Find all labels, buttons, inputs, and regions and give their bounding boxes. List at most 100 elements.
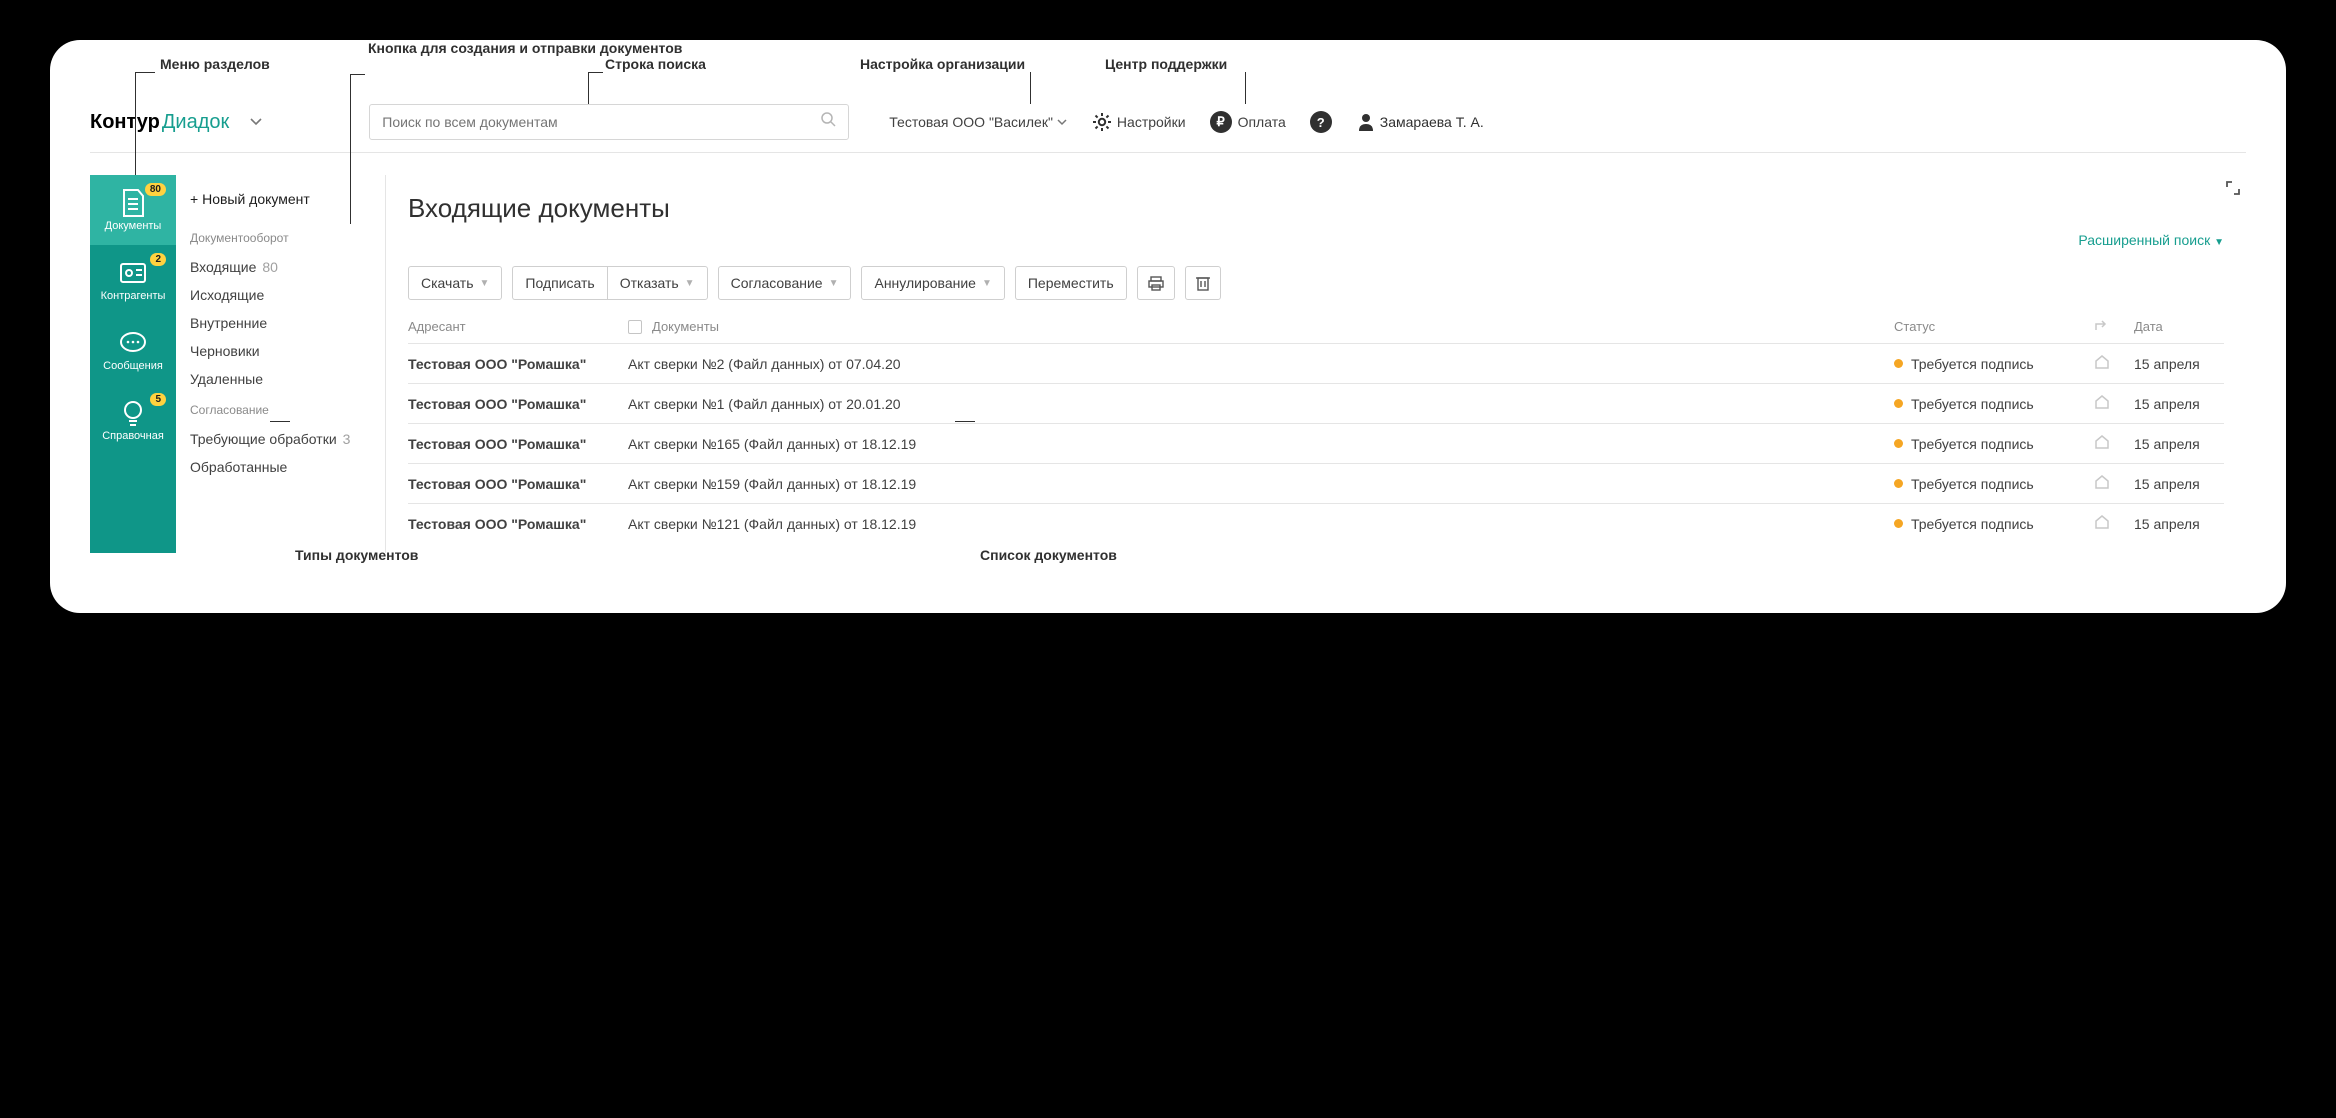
cell-document: Акт сверки №1 (Файл данных) от 20.01.20: [628, 384, 1894, 424]
sidebar-item-drafts[interactable]: Черновики: [176, 337, 385, 365]
ruble-icon: ₽: [1210, 111, 1232, 133]
document-icon: [116, 188, 150, 218]
nav-documents[interactable]: 80 Документы: [90, 175, 176, 245]
annotation-help: Центр поддержки: [1105, 56, 1227, 72]
advanced-search-link[interactable]: Расширенный поиск ▼: [2078, 232, 2224, 248]
nav-badge: 2: [150, 253, 166, 266]
table-row[interactable]: Тестовая ООО "Ромашка"Акт сверки №1 (Фай…: [408, 384, 2224, 424]
button-label: Подписать: [525, 275, 594, 291]
sidebar-item-outbox[interactable]: Исходящие: [176, 281, 385, 309]
cell-date: 15 апреля: [2134, 464, 2224, 504]
status-dot-icon: [1894, 479, 1903, 488]
app-logo[interactable]: КонтурДиадок: [90, 111, 229, 134]
org-name: Тестовая ООО "Василек": [889, 114, 1053, 130]
sidebar-item-internal[interactable]: Внутренние: [176, 309, 385, 337]
sidebar-item-label: Требующие обработки: [190, 431, 337, 447]
caret-down-icon: ▼: [829, 278, 839, 289]
settings-link[interactable]: Настройки: [1093, 113, 1186, 131]
col-status[interactable]: Статус: [1894, 310, 2094, 344]
status-dot-icon: [1894, 519, 1903, 528]
nav-label: Контрагенты: [101, 290, 166, 302]
table-row[interactable]: Тестовая ООО "Ромашка"Акт сверки №165 (Ф…: [408, 424, 2224, 464]
col-docs[interactable]: Документы: [628, 310, 1894, 344]
select-all-checkbox[interactable]: [628, 320, 642, 334]
nav-badge: 5: [150, 393, 166, 406]
sidebar-item-label: Черновики: [190, 343, 260, 359]
sidebar-item-label: Удаленные: [190, 371, 263, 387]
annotation-search: Строка поиска: [605, 56, 706, 72]
status-dot-icon: [1894, 359, 1903, 368]
gear-icon: [1093, 113, 1111, 131]
sidebar-item-label: Обработанные: [190, 459, 287, 475]
home-icon: [2094, 515, 2110, 529]
expand-icon[interactable]: [2226, 181, 2240, 200]
cell-document: Акт сверки №159 (Файл данных) от 18.12.1…: [628, 464, 1894, 504]
annotation-create: Кнопка для создания и отправки документо…: [368, 40, 682, 56]
approve-button[interactable]: Согласование ▼: [718, 266, 852, 300]
sidebar-item-deleted[interactable]: Удаленные: [176, 365, 385, 393]
sidebar-item-processed[interactable]: Обработанные: [176, 453, 385, 481]
org-selector[interactable]: Тестовая ООО "Василек": [889, 114, 1067, 130]
pay-label: Оплата: [1238, 114, 1286, 130]
button-label: Скачать: [421, 275, 474, 291]
sidebar-group-docflow: Документооборот: [176, 221, 385, 253]
sidebar-item-inbox[interactable]: Входящие80: [176, 253, 385, 281]
user-menu[interactable]: Замараева Т. А.: [1358, 113, 1484, 131]
delete-button[interactable]: [1185, 266, 1221, 300]
move-button[interactable]: Переместить: [1015, 266, 1127, 300]
sign-button[interactable]: Подписать: [512, 266, 606, 300]
sidebar-item-label: Входящие: [190, 259, 256, 275]
cell-date: 15 апреля: [2134, 424, 2224, 464]
search-input-wrap[interactable]: [369, 104, 849, 140]
search-input[interactable]: [382, 114, 821, 130]
void-button[interactable]: Аннулирование▼: [861, 266, 1004, 300]
cell-document: Акт сверки №2 (Файл данных) от 07.04.20: [628, 344, 1894, 384]
cell-document: Акт сверки №121 (Файл данных) от 18.12.1…: [628, 504, 1894, 544]
sidebar-item-pending[interactable]: Требующие обработки3: [176, 425, 385, 453]
sidebar-item-label: Исходящие: [190, 287, 264, 303]
col-label: Документы: [652, 319, 719, 334]
nav-messages[interactable]: Сообщения: [90, 315, 176, 385]
advanced-search-label: Расширенный поиск: [2078, 232, 2210, 248]
org-switcher-icon[interactable]: [245, 111, 267, 133]
new-document-button[interactable]: + Новый документ: [176, 191, 385, 221]
question-icon: ?: [1310, 111, 1332, 133]
button-label: Отказать: [620, 275, 679, 291]
cell-dept: [2094, 344, 2134, 384]
table-row[interactable]: Тестовая ООО "Ромашка"Акт сверки №159 (Ф…: [408, 464, 2224, 504]
col-date[interactable]: Дата: [2134, 310, 2224, 344]
new-document-label: Новый документ: [202, 191, 310, 207]
reject-button[interactable]: Отказать ▼: [607, 266, 708, 300]
status-dot-icon: [1894, 439, 1903, 448]
cell-dept: [2094, 424, 2134, 464]
nav-help[interactable]: 5 Справочная: [90, 385, 176, 455]
nav-counterparties[interactable]: 2 Контрагенты: [90, 245, 176, 315]
status-dot-icon: [1894, 399, 1903, 408]
logo-product: Диадок: [162, 111, 229, 133]
caret-down-icon: ▼: [480, 278, 490, 289]
cell-sender: Тестовая ООО "Ромашка": [408, 464, 628, 504]
logo-brand: Контур: [90, 111, 160, 133]
download-button[interactable]: Скачать ▼: [408, 266, 502, 300]
print-icon: [1148, 276, 1164, 291]
sidebar: + Новый документ Документооборот Входящи…: [176, 175, 386, 553]
help-link[interactable]: ?: [1310, 111, 1332, 133]
col-route[interactable]: [2094, 310, 2134, 344]
print-button[interactable]: [1137, 266, 1175, 300]
table-row[interactable]: Тестовая ООО "Ромашка"Акт сверки №121 (Ф…: [408, 504, 2224, 544]
bulb-icon: [116, 398, 150, 428]
route-icon: [2094, 318, 2108, 332]
button-label: Переместить: [1028, 275, 1114, 291]
caret-down-icon: ▼: [685, 278, 695, 289]
table-row[interactable]: Тестовая ООО "Ромашка"Акт сверки №2 (Фай…: [408, 344, 2224, 384]
col-sender[interactable]: Адресант: [408, 310, 628, 344]
search-icon[interactable]: [821, 112, 836, 132]
button-label: Согласование: [731, 275, 823, 291]
user-icon: [1358, 113, 1374, 131]
cell-status: Требуется подпись: [1894, 504, 2094, 544]
cell-date: 15 апреля: [2134, 504, 2224, 544]
pay-link[interactable]: ₽ Оплата: [1210, 111, 1286, 133]
nav-label: Сообщения: [103, 360, 163, 372]
cell-dept: [2094, 504, 2134, 544]
cell-status: Требуется подпись: [1894, 464, 2094, 504]
